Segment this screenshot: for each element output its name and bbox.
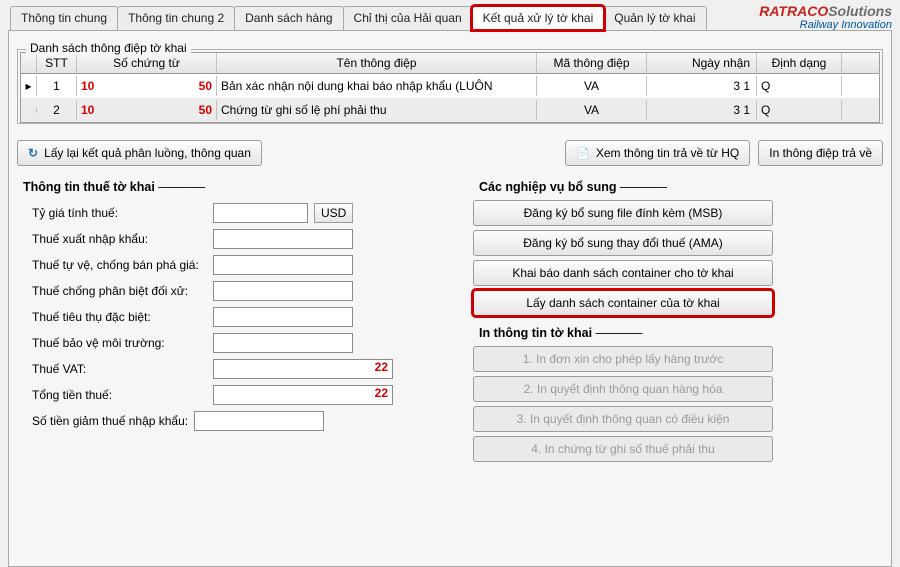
grid-row[interactable]: 2 10 50 Chứng từ ghi số lệ phí phải thu … — [21, 98, 879, 122]
print-section-title: In thông tin tờ khai ———— — [479, 326, 883, 340]
ttd-input[interactable] — [213, 307, 353, 327]
vat-label: Thuế VAT: — [32, 362, 207, 376]
tv-label: Thuế tự vệ, chống bán phá giá: — [32, 258, 207, 272]
giam-input[interactable] — [194, 411, 324, 431]
cell-dd: Q — [757, 100, 842, 120]
pb-label: Thuế chống phân biệt đối xử: — [32, 284, 207, 298]
view-hq-button[interactable]: Xem thông tin trả về từ HQ — [565, 140, 750, 166]
tab-general-2[interactable]: Thông tin chung 2 — [117, 6, 235, 30]
total-label: Tổng tiền thuế: — [32, 388, 207, 402]
main-panel: Danh sách thông điệp tờ khai STT Số chứn… — [8, 30, 892, 567]
print-2-button[interactable]: 2. In quyết định thông quan hàng hóa — [473, 376, 773, 402]
cell-ngay: 3 1 — [647, 100, 757, 120]
ama-button[interactable]: Đăng ký bổ sung thay đổi thuế (AMA) — [473, 230, 773, 256]
message-grid[interactable]: STT Số chứng từ Tên thông điệp Mã thông … — [20, 52, 880, 123]
get-container-list-button[interactable]: Lấy danh sách container của tờ khai — [473, 290, 773, 316]
row-marker: ▸ — [21, 76, 37, 96]
print-1-button[interactable]: 1. In đơn xin cho phép lấy hàng trước — [473, 346, 773, 372]
document-icon — [576, 146, 590, 160]
total-input[interactable]: 22 — [213, 385, 393, 405]
cell-dd: Q — [757, 76, 842, 96]
print-4-button[interactable]: 4. In chứng từ ghi số thuế phải thu — [473, 436, 773, 462]
print-3-button[interactable]: 3. In quyết định thông quan có điều kiện — [473, 406, 773, 432]
vat-input[interactable]: 22 — [213, 359, 393, 379]
tab-goods-list[interactable]: Danh sách hàng — [234, 6, 343, 30]
refresh-icon — [28, 146, 38, 160]
declare-container-button[interactable]: Khai báo danh sách container cho tờ khai — [473, 260, 773, 286]
currency-label: USD — [314, 203, 353, 223]
pb-input[interactable] — [213, 281, 353, 301]
msb-button[interactable]: Đăng ký bổ sung file đính kèm (MSB) — [473, 200, 773, 226]
col-ma: Mã thông điệp — [537, 53, 647, 73]
tab-processing-result[interactable]: Kết quả xử lý tờ khai — [472, 6, 605, 30]
bvmt-label: Thuế bảo vệ môi trường: — [32, 336, 207, 350]
print-message-button[interactable]: In thông điệp trả về — [758, 140, 883, 166]
col-dd: Định dạng — [757, 53, 842, 73]
xnk-label: Thuế xuất nhập khẩu: — [32, 232, 207, 246]
grid-header: STT Số chứng từ Tên thông điệp Mã thông … — [21, 53, 879, 74]
bvmt-input[interactable] — [213, 333, 353, 353]
cell-ma: VA — [537, 100, 647, 120]
message-list-title: Danh sách thông điệp tờ khai — [26, 41, 191, 55]
cell-ngay: 3 1 — [647, 76, 757, 96]
action-bar: Lấy lại kết quả phân luồng, thông quan X… — [17, 140, 883, 166]
rate-input[interactable] — [213, 203, 308, 223]
view-hq-label: Xem thông tin trả về từ HQ — [596, 146, 739, 160]
message-list-group: Danh sách thông điệp tờ khai STT Số chứn… — [17, 49, 883, 124]
cell-ten: Bản xác nhận nội dung khai báo nhập khẩu… — [217, 76, 537, 96]
grid-row[interactable]: ▸ 1 10 50 Bản xác nhận nội dung khai báo… — [21, 74, 879, 98]
col-stt: STT — [37, 53, 77, 73]
tab-customs-instruction[interactable]: Chỉ thị của Hải quan — [343, 6, 473, 30]
giam-label: Số tiền giảm thuế nhập khẩu: — [32, 414, 188, 428]
ops-section-title: Các nghiệp vụ bổ sung ———— — [479, 180, 883, 194]
xnk-input[interactable] — [213, 229, 353, 249]
cell-stt: 2 — [37, 100, 77, 120]
tv-input[interactable] — [213, 255, 353, 275]
refresh-label: Lấy lại kết quả phân luồng, thông quan — [44, 146, 251, 160]
tab-manage-declaration[interactable]: Quản lý tờ khai — [603, 6, 706, 30]
col-soct: Số chứng từ — [77, 53, 217, 73]
rate-label: Tỷ giá tính thuế: — [32, 206, 207, 220]
tax-section-title: Thông tin thuế tờ khai ———— — [23, 180, 457, 194]
cell-stt: 1 — [37, 76, 77, 96]
cell-ten: Chứng từ ghi số lệ phí phải thu — [217, 100, 537, 120]
tab-bar: Thông tin chung Thông tin chung 2 Danh s… — [0, 0, 900, 30]
tab-general-1[interactable]: Thông tin chung — [10, 6, 118, 30]
refresh-result-button[interactable]: Lấy lại kết quả phân luồng, thông quan — [17, 140, 262, 166]
col-ngay: Ngày nhận — [647, 53, 757, 73]
cell-soct: 10 50 — [77, 76, 217, 96]
ttd-label: Thuế tiêu thụ đặc biệt: — [32, 310, 207, 324]
print-message-label: In thông điệp trả về — [769, 146, 872, 160]
col-ten: Tên thông điệp — [217, 53, 537, 73]
cell-ma: VA — [537, 76, 647, 96]
cell-soct: 10 50 — [77, 100, 217, 120]
